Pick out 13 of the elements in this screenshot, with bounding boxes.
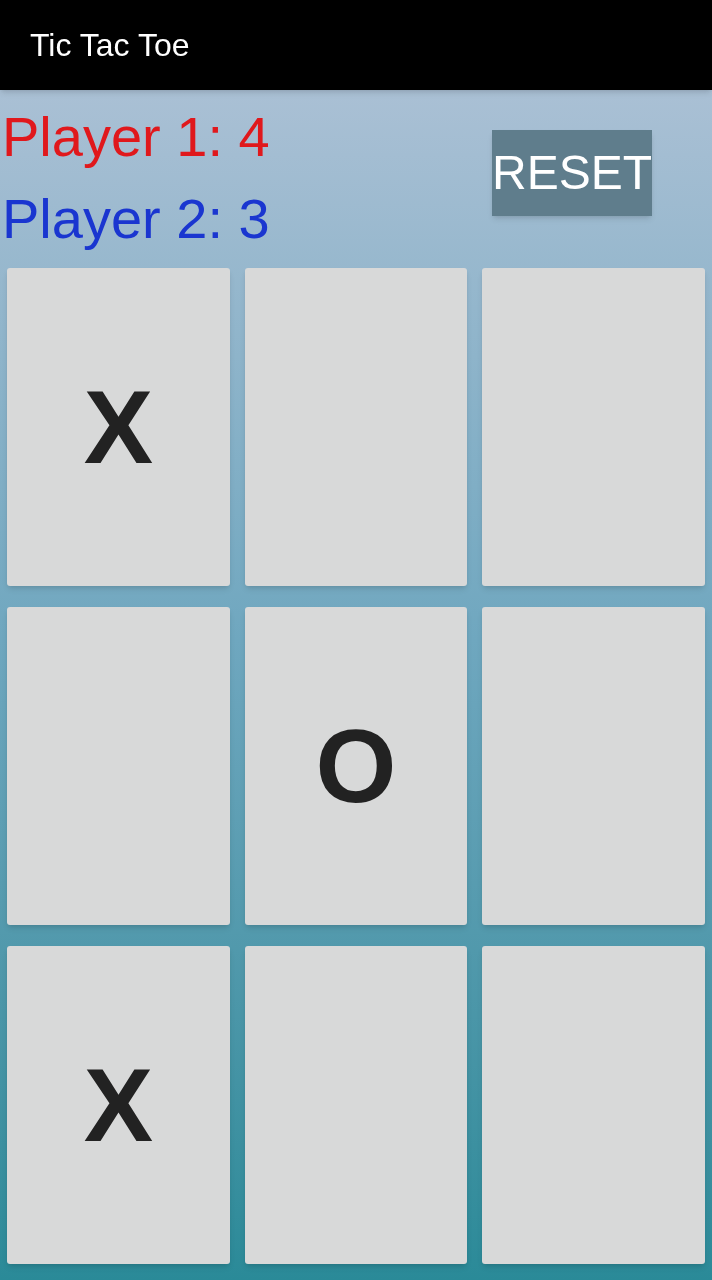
board-cell[interactable]: [482, 607, 705, 925]
board-cell[interactable]: [244, 268, 468, 586]
player-score: Player 1: 4: [2, 104, 270, 170]
app-title: Tic Tac Toe: [30, 26, 190, 65]
board-cell[interactable]: [7, 607, 230, 925]
board-cell[interactable]: [482, 946, 705, 1264]
board-cell[interactable]: [244, 946, 468, 1264]
board-cell[interactable]: X: [7, 946, 230, 1264]
board-cell[interactable]: O: [244, 607, 468, 925]
board-cell[interactable]: X: [7, 268, 230, 586]
board-cell[interactable]: [482, 268, 705, 586]
player-score: Player 2: 3: [2, 186, 270, 252]
reset-button[interactable]: RESET: [492, 130, 652, 216]
